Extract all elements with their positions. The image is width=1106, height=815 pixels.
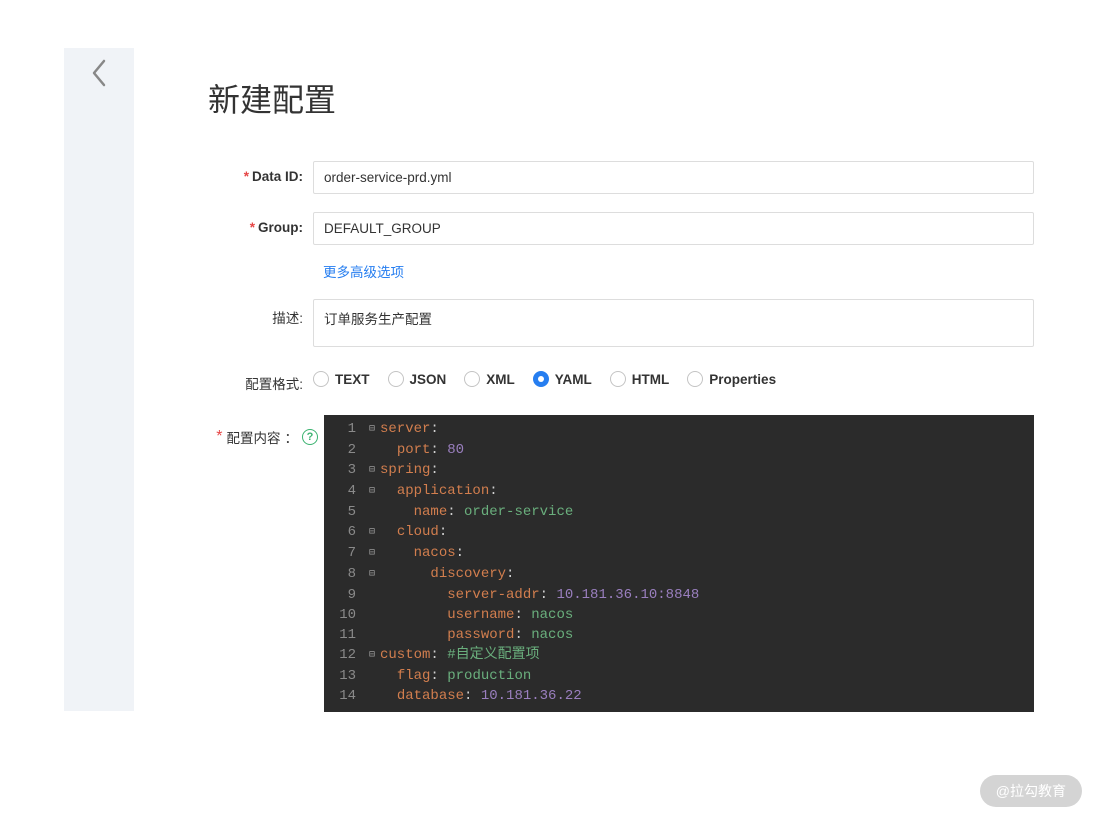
data-id-input[interactable] (313, 161, 1034, 194)
watermark-badge: @拉勾教育 (980, 775, 1082, 807)
row-group: *Group: (208, 212, 1034, 245)
format-radio-properties[interactable]: Properties (687, 371, 776, 387)
row-format: 配置格式: TEXT JSON XML YAML HTML Properties (208, 365, 1034, 393)
fold-icon[interactable]: ⊟ (364, 522, 380, 543)
line-number: 7 (324, 543, 364, 564)
line-number: 3 (324, 460, 364, 481)
radio-label: XML (486, 372, 515, 387)
line-number: 12 (324, 645, 364, 666)
row-data-id: *Data ID: (208, 161, 1034, 194)
radio-circle-icon (687, 371, 703, 387)
radio-label: Properties (709, 372, 776, 387)
left-panel (64, 48, 134, 711)
code-text: cloud: (380, 522, 1034, 543)
radio-circle-icon (533, 371, 549, 387)
advanced-options-link[interactable]: 更多高级选项 (323, 261, 404, 281)
fold-icon[interactable]: ⊟ (364, 460, 380, 481)
code-text: nacos: (380, 543, 1034, 564)
fold-icon (364, 605, 380, 625)
line-number: 6 (324, 522, 364, 543)
line-number: 1 (324, 419, 364, 440)
back-button[interactable] (90, 58, 108, 93)
code-line[interactable]: 8⊟ discovery: (324, 564, 1034, 585)
code-line[interactable]: 7⊟ nacos: (324, 543, 1034, 564)
code-text: name: order-service (380, 502, 1034, 522)
code-line[interactable]: 4⊟ application: (324, 481, 1034, 502)
format-radio-group: TEXT JSON XML YAML HTML Properties (313, 365, 776, 387)
label-data-id: *Data ID: (208, 161, 313, 184)
label-group: *Group: (208, 212, 313, 235)
fold-icon (364, 625, 380, 645)
fold-icon (364, 502, 380, 522)
radio-circle-icon (313, 371, 329, 387)
label-format: 配置格式: (208, 365, 313, 393)
code-line[interactable]: 10 username: nacos (324, 605, 1034, 625)
code-line[interactable]: 14 database: 10.181.36.22 (324, 686, 1034, 706)
label-desc: 描述: (208, 299, 313, 327)
line-number: 13 (324, 666, 364, 686)
code-text: username: nacos (380, 605, 1034, 625)
format-radio-json[interactable]: JSON (388, 371, 447, 387)
format-radio-html[interactable]: HTML (610, 371, 670, 387)
code-text: application: (380, 481, 1034, 502)
code-line[interactable]: 13 flag: production (324, 666, 1034, 686)
row-desc: 描述: 订单服务生产配置 (208, 299, 1034, 347)
fold-icon[interactable]: ⊟ (364, 564, 380, 585)
fold-icon (364, 585, 380, 605)
code-text: server-addr: 10.181.36.10:8848 (380, 585, 1034, 605)
label-content: * 配置内容 ： ? (208, 415, 324, 447)
code-line[interactable]: 11 password: nacos (324, 625, 1034, 645)
fold-icon[interactable]: ⊟ (364, 481, 380, 502)
page-title: 新建配置 (208, 75, 1034, 121)
radio-circle-icon (610, 371, 626, 387)
code-line[interactable]: 1⊟server: (324, 419, 1034, 440)
help-icon[interactable]: ? (302, 429, 318, 445)
line-number: 8 (324, 564, 364, 585)
format-radio-yaml[interactable]: YAML (533, 371, 592, 387)
fold-icon[interactable]: ⊟ (364, 645, 380, 666)
row-content: * 配置内容 ： ? 1⊟server:2 port: 803⊟spring:4… (208, 415, 1034, 712)
line-number: 14 (324, 686, 364, 706)
code-text: database: 10.181.36.22 (380, 686, 1034, 706)
format-radio-xml[interactable]: XML (464, 371, 515, 387)
radio-label: JSON (410, 372, 447, 387)
code-text: discovery: (380, 564, 1034, 585)
radio-circle-icon (464, 371, 480, 387)
radio-label: HTML (632, 372, 670, 387)
chevron-left-icon (90, 58, 108, 88)
code-text: password: nacos (380, 625, 1034, 645)
code-text: server: (380, 419, 1034, 440)
fold-icon (364, 440, 380, 460)
fold-icon[interactable]: ⊟ (364, 419, 380, 440)
group-input[interactable] (313, 212, 1034, 245)
fold-icon[interactable]: ⊟ (364, 543, 380, 564)
line-number: 5 (324, 502, 364, 522)
code-line[interactable]: 3⊟spring: (324, 460, 1034, 481)
radio-label: TEXT (335, 372, 370, 387)
code-line[interactable]: 9 server-addr: 10.181.36.10:8848 (324, 585, 1034, 605)
code-text: port: 80 (380, 440, 1034, 460)
code-editor[interactable]: 1⊟server:2 port: 803⊟spring:4⊟ applicati… (324, 415, 1034, 712)
code-line[interactable]: 2 port: 80 (324, 440, 1034, 460)
code-line[interactable]: 6⊟ cloud: (324, 522, 1034, 543)
line-number: 2 (324, 440, 364, 460)
code-text: spring: (380, 460, 1034, 481)
main-content: 新建配置 *Data ID: *Group: 更多高级选项 描述: 订单服务生产… (208, 75, 1034, 730)
fold-icon (364, 666, 380, 686)
line-number: 11 (324, 625, 364, 645)
code-text: flag: production (380, 666, 1034, 686)
code-text: custom: #自定义配置项 (380, 645, 1034, 666)
fold-icon (364, 686, 380, 706)
radio-label: YAML (555, 372, 592, 387)
code-line[interactable]: 12⊟custom: #自定义配置项 (324, 645, 1034, 666)
format-radio-text[interactable]: TEXT (313, 371, 370, 387)
line-number: 10 (324, 605, 364, 625)
radio-circle-icon (388, 371, 404, 387)
code-line[interactable]: 5 name: order-service (324, 502, 1034, 522)
line-number: 9 (324, 585, 364, 605)
line-number: 4 (324, 481, 364, 502)
desc-textarea[interactable]: 订单服务生产配置 (313, 299, 1034, 347)
